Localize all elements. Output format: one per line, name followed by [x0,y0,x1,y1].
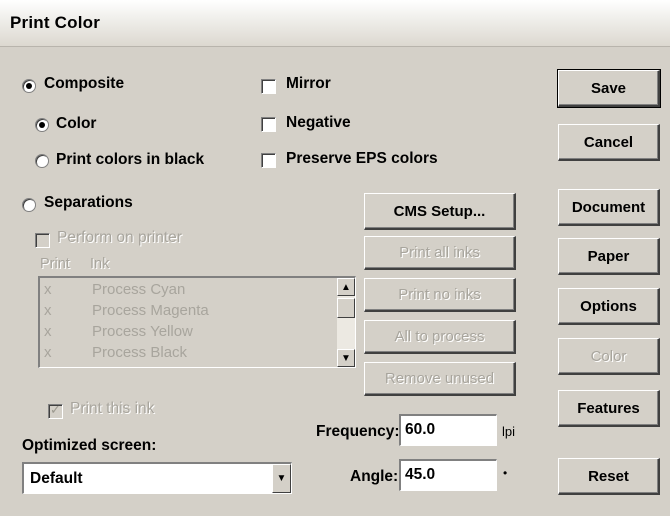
mirror-label[interactable]: Mirror [286,75,331,93]
list-item[interactable]: x Process Cyan [40,281,330,303]
optimized-screen-value: Default [30,470,83,487]
angle-label: Angle: [350,468,399,485]
color-radio[interactable] [35,118,49,132]
scroll-thumb[interactable] [337,298,355,318]
document-button[interactable]: Document [558,189,660,226]
separations-radio[interactable] [22,198,36,212]
remove-unused-button[interactable]: Remove unused [364,362,516,396]
perform-on-printer-checkbox[interactable] [35,233,50,248]
chevron-down-icon[interactable]: ▼ [272,464,291,493]
ink-name: Process Magenta [92,302,209,319]
all-to-process-label: All to process [394,328,485,345]
ink-name: Process Yellow [92,323,193,340]
window-title: Print Color [10,13,101,32]
angle-unit: • [503,466,508,480]
list-item[interactable]: x Process Magenta [40,302,330,324]
scroll-up-icon[interactable]: ▲ [337,278,355,296]
print-this-ink-label: Print this ink [70,400,155,417]
cancel-label: Cancel [583,133,634,151]
mirror-checkbox[interactable] [261,79,276,94]
print-no-inks-button[interactable]: Print no inks [364,278,516,312]
cms-setup-button[interactable]: CMS Setup... [364,193,516,230]
print-no-inks-label: Print no inks [398,286,481,303]
options-label: Options [580,297,637,315]
color-label-button: Color [590,347,627,365]
paper-button[interactable]: Paper [558,238,660,275]
negative-checkbox[interactable] [261,117,276,132]
features-button[interactable]: Features [558,390,660,427]
ink-name: Process Cyan [92,281,186,298]
frequency-input[interactable]: 60.0 [399,414,497,446]
list-item[interactable]: x Process Black [40,344,330,366]
remove-unused-label: Remove unused [384,370,495,387]
frequency-label: Frequency: [316,423,400,440]
ink-print-flag: x [44,281,52,298]
cancel-button[interactable]: Cancel [558,124,660,161]
save-button[interactable]: Save [557,69,661,108]
angle-input[interactable]: 45.0 [399,459,497,491]
reset-button[interactable]: Reset [558,458,660,495]
print-all-inks-label: Print all inks [399,244,480,261]
optimized-screen-select[interactable]: Default ▼ [22,462,292,494]
options-button[interactable]: Options [558,288,660,325]
negative-label[interactable]: Negative [286,114,351,132]
optimized-screen-label: Optimized screen: [22,437,157,454]
ink-header-ink: Ink [90,256,110,272]
ink-name: Process Black [92,344,188,361]
print-black-label[interactable]: Print colors in black [56,151,204,169]
preserve-eps-label[interactable]: Preserve EPS colors [286,150,438,168]
document-label: Document [571,198,646,216]
color-button[interactable]: Color [558,338,660,375]
scroll-down-icon[interactable]: ▼ [337,349,355,367]
ink-print-flag: x [44,344,52,361]
features-label: Features [577,399,640,417]
print-black-radio[interactable] [35,154,49,168]
title-bar: Print Color [0,0,670,47]
composite-radio[interactable] [22,79,36,93]
frequency-unit: lpi [502,424,516,439]
save-label: Save [590,79,627,97]
ink-print-flag: x [44,323,52,340]
ink-header-print: Print [40,256,70,272]
reset-label: Reset [588,467,629,485]
frequency-value: 60.0 [405,421,436,438]
preserve-eps-checkbox[interactable] [261,153,276,168]
color-label[interactable]: Color [56,115,96,133]
list-item[interactable]: x Process Yellow [40,323,330,345]
angle-value: 45.0 [405,466,436,483]
cms-setup-label: CMS Setup... [393,202,486,220]
ink-list-scrollbar[interactable]: ▲ ▼ [337,278,355,367]
print-this-ink-checkbox[interactable]: ✓ [48,402,63,419]
print-all-inks-button[interactable]: Print all inks [364,236,516,270]
ink-list[interactable]: x Process Cyan x Process Magenta x Proce… [38,276,356,368]
separations-label[interactable]: Separations [44,194,133,212]
ink-print-flag: x [44,302,52,319]
paper-label: Paper [587,247,630,265]
perform-on-printer-label: Perform on printer [57,229,182,246]
composite-label[interactable]: Composite [44,75,124,93]
all-to-process-button[interactable]: All to process [364,320,516,354]
check-icon: ✓ [50,402,61,417]
